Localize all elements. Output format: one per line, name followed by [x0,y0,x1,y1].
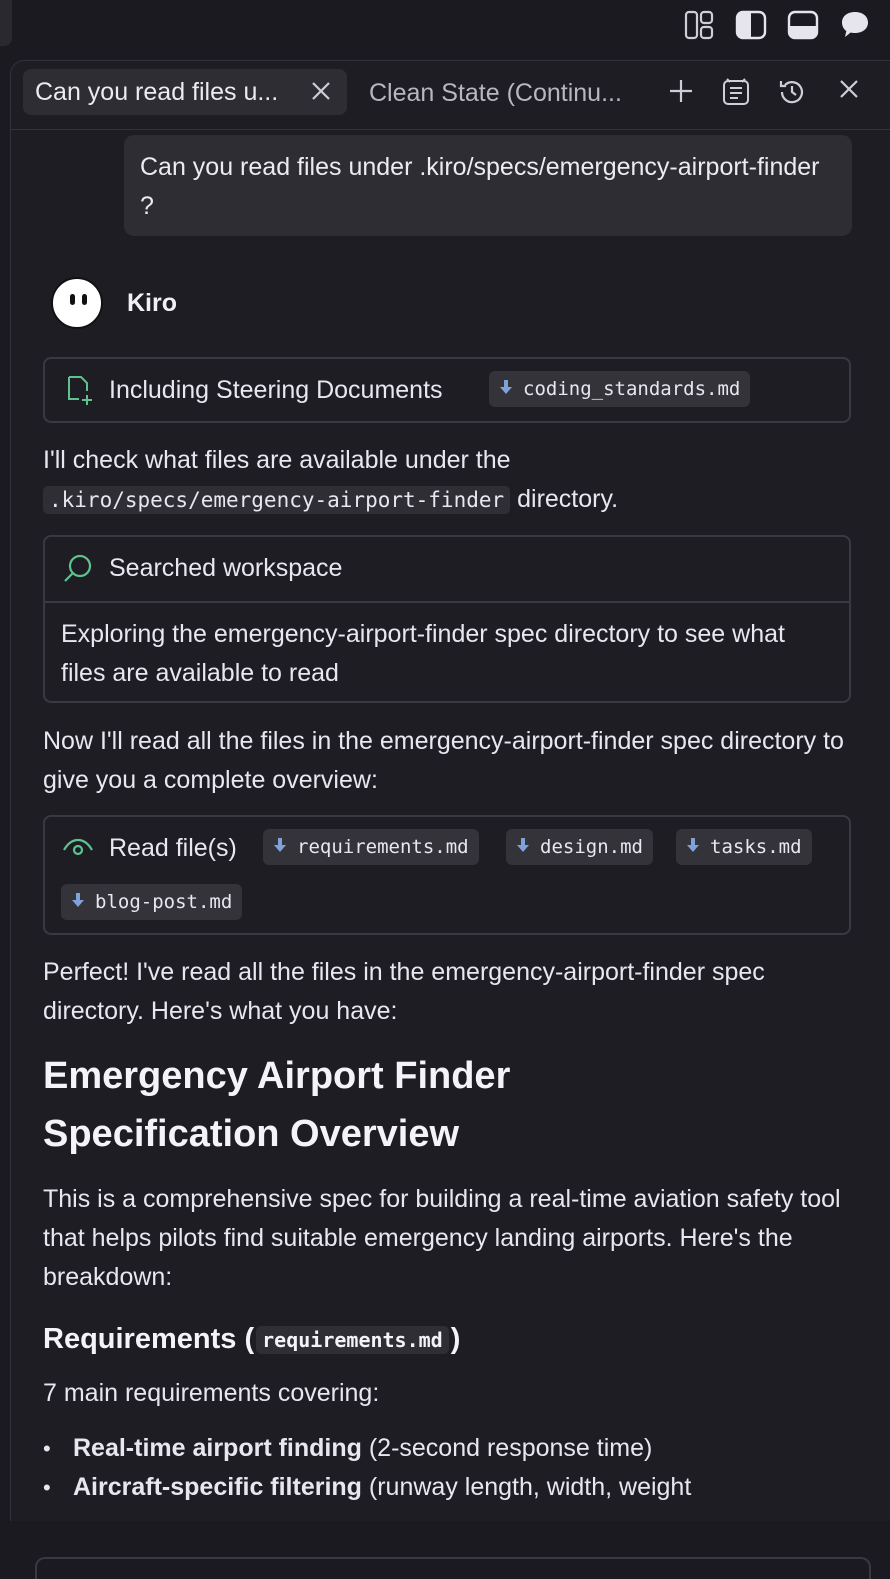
file-chip-requirements[interactable]: requirements.md [263,829,479,865]
message-paragraph: 7 main requirements covering: [43,1379,380,1407]
chat-input-edge[interactable] [35,1557,871,1579]
message-paragraph: I'll check what files are available unde… [43,441,863,520]
title-bar [0,0,890,58]
sidebar-left-icon[interactable] [734,8,768,42]
search-card[interactable]: Searched workspace Exploring the emergen… [43,535,851,703]
checklist-icon[interactable] [721,77,751,112]
chat-panel: Can you read files u... Clean State (Con… [10,60,890,1579]
file-name: requirements.md [297,836,469,858]
list-item-text: (runway length, width, weight [361,1473,692,1501]
assistant-header: Kiro [51,277,177,329]
file-chip-tasks[interactable]: tasks.md [676,829,812,865]
inline-code-path: .kiro/specs/emergency-airport-finder [43,486,511,514]
avatar-eye [70,294,75,305]
list-item-bold: Real-time airport finding [73,1434,362,1462]
steering-file-chip[interactable]: coding_standards.md [489,371,751,407]
tab-current-chat[interactable]: Can you read files u... [23,69,347,115]
add-icon[interactable] [667,77,695,110]
paragraph-text: I'll check what files are available unde… [43,446,511,474]
tab-label: Can you read files u... [35,77,279,106]
assistant-name: Kiro [127,288,177,317]
file-icon [499,378,513,400]
file-icon [273,836,287,858]
steering-label: Including Steering Documents [109,376,443,404]
section-title: Requirements ( [43,1323,255,1355]
file-chip-design[interactable]: design.md [506,829,653,865]
document-add-icon [61,373,95,412]
file-name: design.md [540,836,643,858]
file-icon [686,836,700,858]
search-icon [61,552,95,591]
bullet-dot: • [43,1436,51,1461]
list-item: • Real-time airport finding (2-second re… [43,1429,863,1468]
close-panel-icon[interactable] [837,77,861,106]
avatar-eye [82,294,87,305]
file-chip-blog-post[interactable]: blog-post.md [61,884,243,920]
overview-heading: Emergency Airport Finder Specification O… [43,1055,511,1155]
tab-bar: Can you read files u... Clean State (Con… [11,61,890,130]
bullet-dot: • [43,1475,51,1500]
message-paragraph: This is a comprehensive spec for buildin… [43,1185,841,1291]
message-paragraph: Perfect! I've read all the files in the … [43,958,765,1025]
window-edge [0,0,12,46]
file-icon [71,891,85,913]
close-tab-icon[interactable] [309,79,333,108]
section-close: ) [450,1323,461,1355]
tab-clean-state[interactable]: Clean State (Continu... [369,79,622,108]
file-name: blog-post.md [95,891,233,913]
eye-icon [61,831,95,870]
read-files-card[interactable]: Read file(s) requirements.md design.md t… [43,815,851,935]
kiro-avatar [51,277,103,329]
user-message: Can you read files under .kiro/specs/eme… [124,135,852,236]
requirements-list: • Real-time airport finding (2-second re… [43,1429,863,1507]
requirements-heading: Requirements ( requirements.md ) [43,1323,460,1356]
file-name: tasks.md [710,836,802,858]
section-code: requirements.md [256,1325,449,1354]
search-card-title: Searched workspace [109,554,343,582]
read-files-label: Read file(s) [109,834,237,862]
top-toolbar [682,8,872,42]
list-item: • Aircraft-specific filtering (runway le… [43,1468,863,1507]
paragraph-text: directory. [517,485,619,513]
search-card-header: Searched workspace [45,537,849,603]
panel-bottom-icon[interactable] [786,8,820,42]
chat-icon[interactable] [838,8,872,42]
file-icon [516,836,530,858]
message-paragraph: Now I'll read all the files in the emerg… [43,727,844,794]
list-item-bold: Aircraft-specific filtering [73,1473,362,1501]
steering-file-name: coding_standards.md [523,378,741,400]
list-item-text: (2-second response time) [361,1434,653,1462]
steering-card[interactable]: Including Steering Documents coding_stan… [43,357,851,423]
search-card-body: Exploring the emergency-airport-finder s… [61,620,785,687]
history-icon[interactable] [777,77,807,112]
layout-grid-icon[interactable] [682,8,716,42]
